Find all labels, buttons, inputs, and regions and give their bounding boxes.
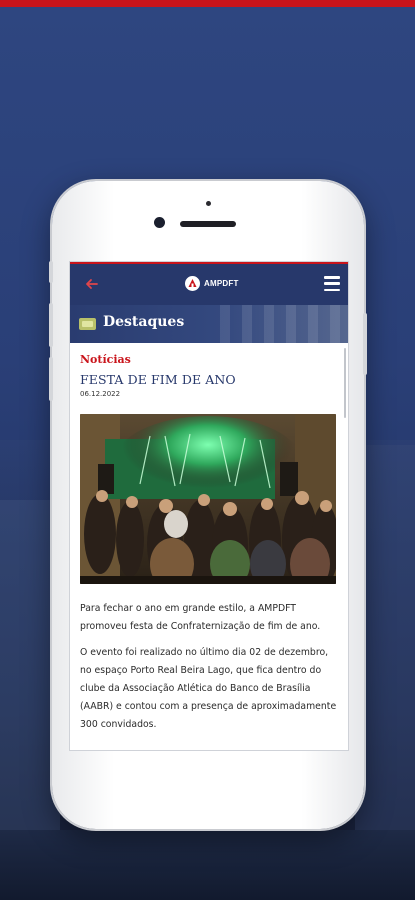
article-photo <box>80 414 336 584</box>
top-brand-strip <box>0 0 415 7</box>
app-screen: AMPDFT Destaques Notícias FESTA DE FIM D… <box>69 261 349 751</box>
phone-power-button <box>363 313 367 375</box>
app-logo: AMPDFT <box>185 276 239 291</box>
app-header: AMPDFT <box>70 262 348 305</box>
newspaper-icon <box>79 318 96 330</box>
phone-mute-switch <box>49 261 53 283</box>
background-building-left <box>0 500 60 860</box>
article-paragraph: O evento foi realizado no último dia 02 … <box>80 647 337 730</box>
section-banner: Destaques <box>70 305 348 343</box>
logo-text: AMPDFT <box>204 279 239 288</box>
phone-sensor <box>206 201 211 206</box>
scrollbar[interactable] <box>344 348 346 418</box>
menu-button[interactable] <box>324 276 340 291</box>
background-ground <box>0 830 415 900</box>
phone-volume-up <box>49 303 53 347</box>
ampdft-logo-icon <box>185 276 200 291</box>
phone-mockup: AMPDFT Destaques Notícias FESTA DE FIM D… <box>49 181 367 829</box>
article: Notícias FESTA DE FIM DE ANO 06.12.2022 <box>80 353 338 734</box>
article-paragraph: Para fechar o ano em grande estilo, a AM… <box>80 603 321 632</box>
back-button[interactable] <box>82 274 102 294</box>
arrow-left-icon <box>86 279 98 289</box>
article-title: FESTA DE FIM DE ANO <box>80 372 236 387</box>
section-title: Destaques <box>103 314 185 330</box>
phone-speaker <box>180 221 236 227</box>
phone-camera <box>154 217 165 228</box>
article-category[interactable]: Notícias <box>80 353 338 366</box>
phone-volume-down <box>49 357 53 401</box>
background-building-right <box>355 445 415 865</box>
article-date: 06.12.2022 <box>80 390 121 398</box>
hamburger-menu-icon <box>324 276 340 279</box>
